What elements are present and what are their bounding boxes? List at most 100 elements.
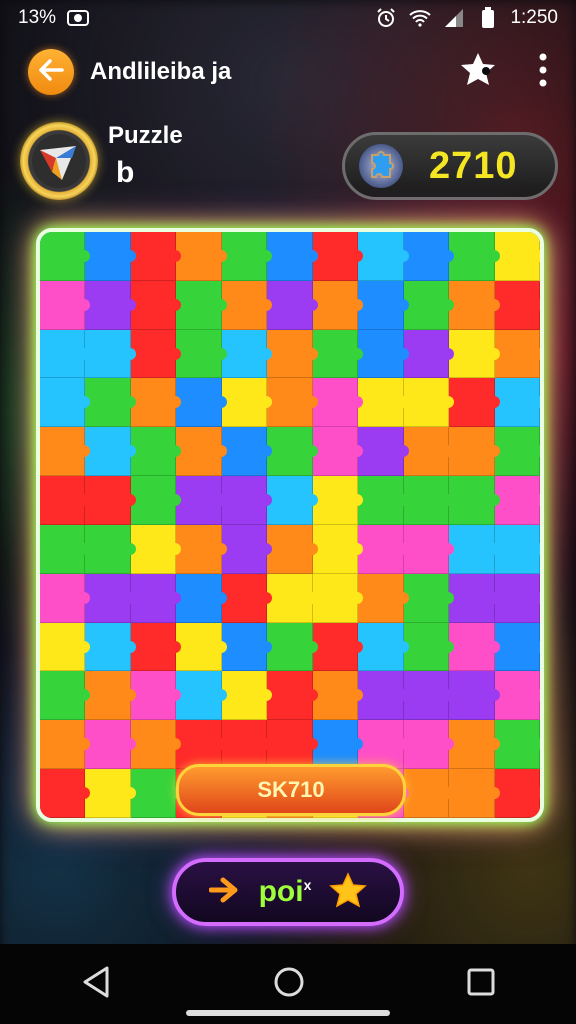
puzzle-piece[interactable] <box>449 573 501 623</box>
puzzle-piece[interactable] <box>85 769 137 818</box>
puzzle-piece[interactable] <box>312 769 364 818</box>
puzzle-piece[interactable] <box>40 476 91 525</box>
puzzle-piece[interactable] <box>267 769 319 818</box>
puzzle-piece[interactable] <box>130 280 182 330</box>
puzzle-piece[interactable] <box>358 769 410 818</box>
puzzle-piece[interactable] <box>312 427 364 477</box>
play-button[interactable]: poix <box>172 858 404 926</box>
puzzle-piece[interactable] <box>358 427 410 477</box>
puzzle-piece[interactable] <box>312 329 364 379</box>
puzzle-piece[interactable] <box>176 573 228 623</box>
puzzle-piece[interactable] <box>358 329 410 379</box>
puzzle-piece[interactable] <box>221 573 273 623</box>
puzzle-piece[interactable] <box>176 280 228 330</box>
puzzle-piece[interactable] <box>40 622 91 672</box>
puzzle-piece[interactable] <box>358 378 410 428</box>
puzzle-piece[interactable] <box>494 232 540 281</box>
puzzle-piece[interactable] <box>494 524 540 574</box>
puzzle-piece[interactable] <box>85 280 137 330</box>
puzzle-piece[interactable] <box>267 427 319 477</box>
puzzle-piece[interactable] <box>130 232 182 281</box>
puzzle-piece[interactable] <box>40 573 91 623</box>
puzzle-piece[interactable] <box>221 769 273 818</box>
puzzle-piece[interactable] <box>221 427 273 477</box>
puzzle-piece[interactable] <box>449 769 501 818</box>
puzzle-piece[interactable] <box>312 671 364 721</box>
puzzle-piece[interactable] <box>403 378 455 428</box>
puzzle-piece[interactable] <box>130 378 182 428</box>
puzzle-piece[interactable] <box>494 671 540 721</box>
puzzle-piece[interactable] <box>267 720 319 770</box>
puzzle-piece[interactable] <box>403 622 455 672</box>
more-vertical-icon[interactable] <box>538 53 548 92</box>
puzzle-piece[interactable] <box>358 524 410 574</box>
puzzle-piece[interactable] <box>130 524 182 574</box>
puzzle-piece[interactable] <box>358 476 410 525</box>
puzzle-piece[interactable] <box>130 329 182 379</box>
puzzle-piece[interactable] <box>85 232 137 281</box>
puzzle-piece[interactable] <box>267 671 319 721</box>
puzzle-piece[interactable] <box>130 720 182 770</box>
puzzle-piece[interactable] <box>85 378 137 428</box>
puzzle-piece[interactable] <box>403 573 455 623</box>
puzzle-piece[interactable] <box>403 720 455 770</box>
puzzle-piece[interactable] <box>403 769 455 818</box>
puzzle-piece[interactable] <box>176 671 228 721</box>
puzzle-piece[interactable] <box>130 573 182 623</box>
puzzle-piece[interactable] <box>40 329 91 379</box>
puzzle-piece[interactable] <box>130 671 182 721</box>
puzzle-piece[interactable] <box>221 476 273 525</box>
puzzle-piece[interactable] <box>449 720 501 770</box>
puzzle-piece[interactable] <box>358 671 410 721</box>
puzzle-piece[interactable] <box>267 524 319 574</box>
puzzle-piece[interactable] <box>403 232 455 281</box>
puzzle-piece[interactable] <box>494 622 540 672</box>
puzzle-piece[interactable] <box>449 622 501 672</box>
puzzle-piece[interactable] <box>358 573 410 623</box>
puzzle-piece[interactable] <box>40 524 91 574</box>
puzzle-piece[interactable] <box>494 378 540 428</box>
puzzle-piece[interactable] <box>176 769 228 818</box>
puzzle-piece[interactable] <box>449 378 501 428</box>
puzzle-piece[interactable] <box>449 476 501 525</box>
puzzle-piece[interactable] <box>221 232 273 281</box>
puzzle-piece[interactable] <box>221 622 273 672</box>
puzzle-piece[interactable] <box>312 720 364 770</box>
puzzle-piece[interactable] <box>85 573 137 623</box>
puzzle-piece[interactable] <box>403 329 455 379</box>
puzzle-piece[interactable] <box>221 720 273 770</box>
puzzle-piece[interactable] <box>176 476 228 525</box>
home-nav-icon[interactable] <box>273 966 305 1003</box>
puzzle-piece[interactable] <box>85 720 137 770</box>
puzzle-piece[interactable] <box>358 622 410 672</box>
puzzle-piece[interactable] <box>267 622 319 672</box>
puzzle-piece[interactable] <box>403 280 455 330</box>
puzzle-piece[interactable] <box>312 524 364 574</box>
player-avatar[interactable] <box>20 122 98 200</box>
puzzle-piece[interactable] <box>221 280 273 330</box>
puzzle-piece[interactable] <box>494 476 540 525</box>
puzzle-piece[interactable] <box>221 524 273 574</box>
puzzle-piece[interactable] <box>221 378 273 428</box>
puzzle-piece[interactable] <box>176 232 228 281</box>
puzzle-piece[interactable] <box>494 769 540 818</box>
puzzle-piece[interactable] <box>312 476 364 525</box>
puzzle-piece[interactable] <box>312 232 364 281</box>
puzzle-piece[interactable] <box>403 476 455 525</box>
puzzle-piece[interactable] <box>312 573 364 623</box>
puzzle-piece[interactable] <box>176 622 228 672</box>
puzzle-piece[interactable] <box>358 232 410 281</box>
puzzle-piece[interactable] <box>267 280 319 330</box>
puzzle-piece[interactable] <box>449 280 501 330</box>
puzzle-piece[interactable] <box>221 329 273 379</box>
puzzle-piece[interactable] <box>130 622 182 672</box>
puzzle-piece[interactable] <box>40 427 91 477</box>
puzzle-piece[interactable] <box>449 427 501 477</box>
puzzle-piece[interactable] <box>403 671 455 721</box>
puzzle-piece[interactable] <box>40 280 91 330</box>
puzzle-piece[interactable] <box>40 720 91 770</box>
puzzle-piece[interactable] <box>130 427 182 477</box>
puzzle-piece[interactable] <box>312 622 364 672</box>
puzzle-piece[interactable] <box>40 769 91 818</box>
puzzle-piece[interactable] <box>267 378 319 428</box>
